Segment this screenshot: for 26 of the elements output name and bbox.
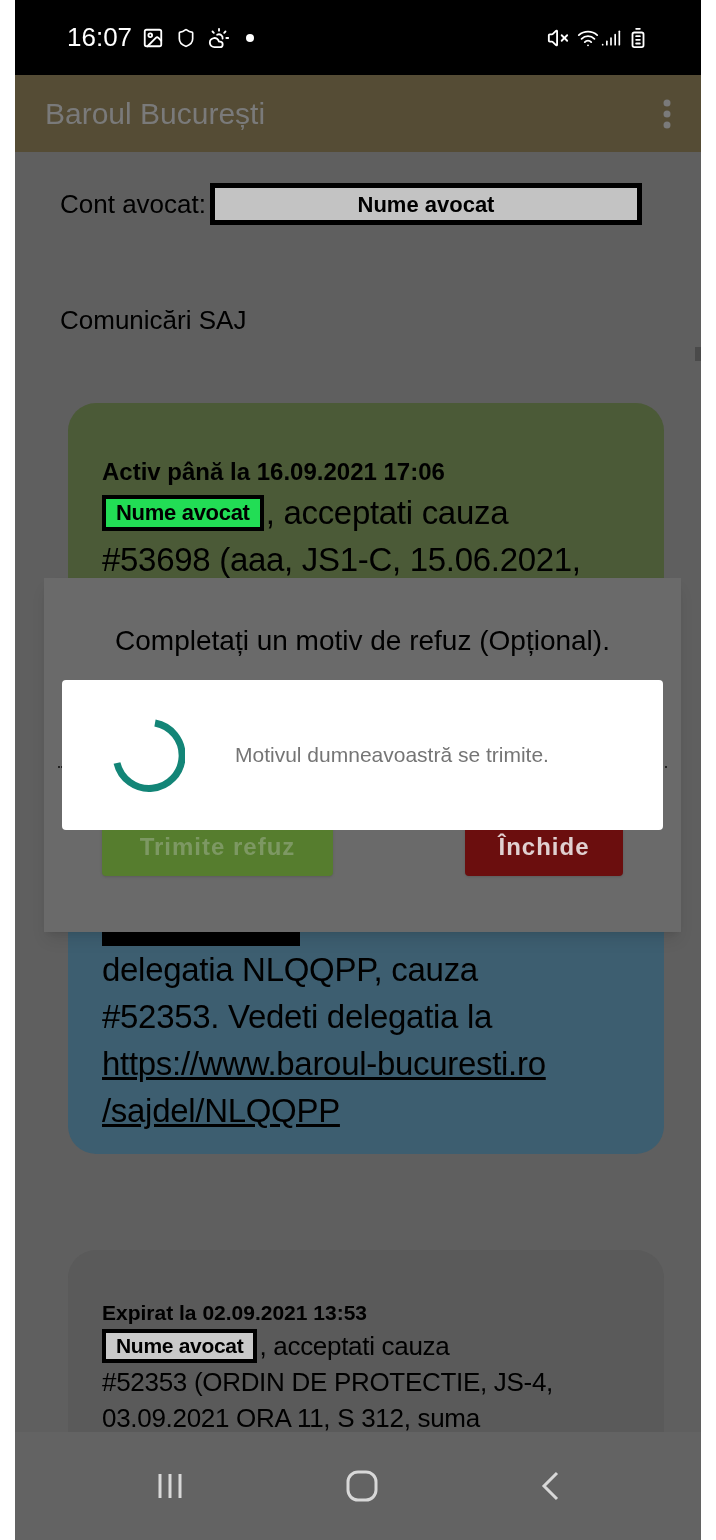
progress-message: Motivul dumneavoastră se trimite. xyxy=(235,742,549,769)
name-highlight: Nume avocat xyxy=(102,1329,258,1363)
message-line: #52353. Vedeti delegatia la xyxy=(102,997,493,1037)
delegation-link[interactable]: /sajdel/NLQQPP xyxy=(102,1092,340,1129)
message-line: , acceptati cauza xyxy=(259,1330,450,1363)
dialog-title: Completați un motiv de refuz (Opțional). xyxy=(114,624,611,658)
message-line: 03.09.2021 ORA 11, S 312, suma xyxy=(102,1402,480,1432)
name-highlight: Nume avocat xyxy=(102,494,264,531)
message-line: delegatia NLQQPP, cauza xyxy=(102,950,478,990)
delegation-link[interactable]: https://www.baroul-bucuresti.ro xyxy=(102,1045,546,1082)
account-label: Cont avocat: xyxy=(60,187,206,221)
message-line: #52353 (ORDIN DE PROTECTIE, JS-4, xyxy=(102,1366,553,1399)
account-name-field: Nume avocat xyxy=(210,183,642,225)
back-icon[interactable] xyxy=(539,1470,561,1502)
shield-icon xyxy=(176,27,197,48)
weather-icon xyxy=(208,26,231,49)
message-header: Expirat la 02.09.2021 13:53 xyxy=(102,1300,369,1326)
app-title: Baroul București xyxy=(45,96,267,132)
scroll-indicator xyxy=(695,347,701,361)
message-line: , acceptati cauza xyxy=(265,493,509,533)
section-title: Comunicări SAJ xyxy=(60,304,248,337)
status-time: 16:07 xyxy=(67,21,133,54)
gallery-icon xyxy=(142,26,165,49)
home-icon[interactable] xyxy=(345,1469,379,1503)
message-line: #53698 (aaa, JS1-C, 15.06.2021, xyxy=(102,540,581,580)
message-header: Activ până la 16.09.2021 17:06 xyxy=(102,457,446,487)
